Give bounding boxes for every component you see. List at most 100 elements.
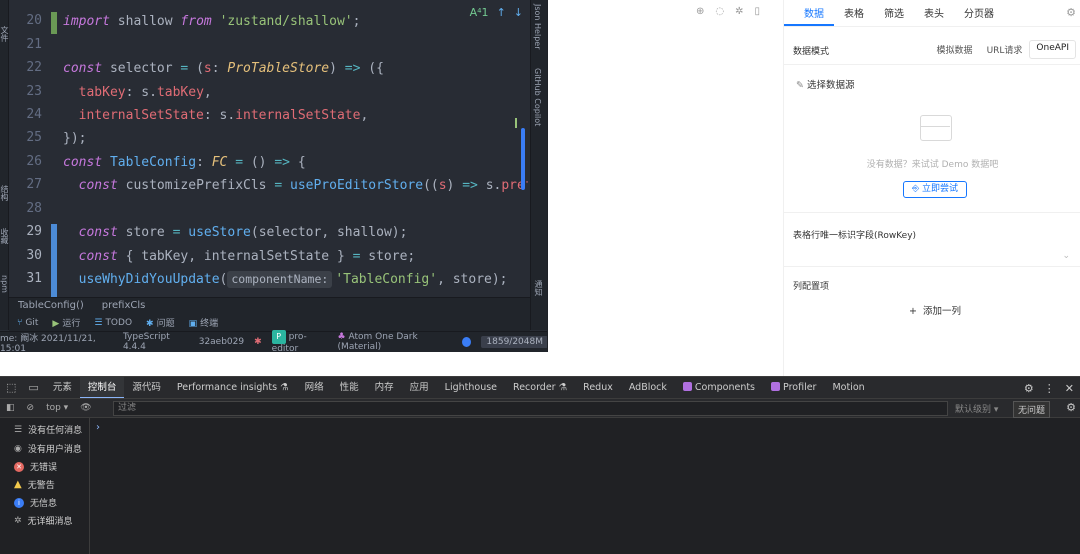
context-label: top (46, 403, 61, 413)
left-tool-structure[interactable]: 结构 (0, 185, 9, 201)
tab-filter[interactable]: 筛选 (874, 0, 914, 26)
plus-icon: + (909, 306, 917, 317)
target-icon[interactable]: ⊕ (696, 6, 704, 17)
sidebar-item-info[interactable]: i 无信息 (14, 496, 57, 509)
editor-scrollbar[interactable] (521, 128, 525, 190)
line-number: 29 (26, 224, 42, 239)
empty-inbox-icon (920, 115, 952, 141)
gear-icon[interactable]: ⚙ (1066, 6, 1076, 19)
device-toggle-icon[interactable]: ▭ (22, 381, 44, 394)
bug-icon[interactable]: ✲ (735, 6, 743, 17)
list-icon: ☰ (94, 317, 103, 328)
tab-header[interactable]: 表头 (914, 0, 954, 26)
try-demo-button[interactable]: ⎆ 立即尝试 (903, 181, 967, 198)
left-tool-npm[interactable]: npm (0, 275, 9, 293)
left-tool-favorites[interactable]: 收藏 (0, 228, 9, 244)
sidebar-item-all[interactable]: ☰ 没有任何消息 (14, 423, 83, 437)
mode-url[interactable]: URL请求 (980, 40, 1030, 59)
git-tool[interactable]: ⑂ Git (17, 318, 38, 328)
devtools-tab[interactable]: 源代码 (124, 377, 169, 399)
gear-icon[interactable]: ⚙ (1066, 401, 1076, 414)
filter-input[interactable]: 过滤 (113, 401, 948, 416)
data-mode-segmented: 模拟数据 URL请求 OneAPI (930, 40, 1076, 59)
divider (784, 212, 1080, 213)
tab-data[interactable]: 数据 (784, 0, 834, 26)
devtools-tab[interactable]: 元素 (45, 377, 80, 399)
left-tool-files[interactable]: 文件 (0, 26, 9, 42)
config-tabs: 数据 表格 筛选 表头 分页器 (784, 0, 1080, 26)
sidebar-item-label: 无信息 (30, 499, 58, 509)
git-commit[interactable]: 32aeb029 (199, 337, 244, 347)
problems-tool[interactable]: ✱ 问题 (146, 316, 175, 329)
devtools-tab-profiler[interactable]: Profiler (763, 377, 824, 399)
devtools-tab[interactable]: Motion (824, 377, 872, 399)
gear-icon[interactable]: ⚙ (1024, 382, 1034, 395)
close-icon[interactable]: ✕ (1065, 382, 1074, 395)
run-tool[interactable]: ▶ 运行 (52, 316, 80, 329)
devtools-tab[interactable]: Lighthouse (437, 377, 505, 399)
github-copilot-tool[interactable]: GitHub Copilot (533, 68, 542, 126)
sidebar-item-warnings[interactable]: ▲ 无警告 (14, 478, 55, 491)
devtools-tab[interactable]: 内存 (367, 377, 402, 399)
eye-icon[interactable]: 👁 (74, 403, 97, 413)
devtools-tab[interactable]: Redux (575, 377, 621, 399)
log-levels-dropdown[interactable]: 默认级别 ▾ (955, 402, 998, 415)
inspection-widget[interactable]: A⁴1 ↑ ↓ (470, 6, 523, 19)
theme-indicator[interactable]: ♣ Atom One Dark (Material) (338, 332, 453, 352)
tab-pagination[interactable]: 分页器 (954, 0, 1004, 26)
mode-mock[interactable]: 模拟数据 (930, 40, 980, 59)
info-icon: i (14, 497, 24, 508)
vcs-change-marker (51, 12, 57, 34)
devtools-tab-bar: ⬚ ▭ 元素 控制台 源代码 Performance insights ⚗ 网络… (0, 376, 1080, 399)
devtools-tab[interactable]: 性能 (332, 377, 367, 399)
more-icon[interactable]: ⋮ (1044, 382, 1055, 395)
sidebar-toggle-icon[interactable]: ◧ (0, 403, 21, 413)
breadcrumb-item[interactable]: prefixCls (102, 298, 146, 314)
sidebar-item-label: 没有任何消息 (28, 426, 83, 436)
breadcrumb-item[interactable]: TableConfig() (18, 298, 84, 314)
error-icon: ✕ (14, 461, 24, 472)
line-number: 22 (26, 60, 42, 75)
sidebar-item-errors[interactable]: ✕ 无错误 (14, 460, 57, 473)
devtools-tab[interactable]: Recorder ⚗ (505, 377, 575, 399)
todo-tool[interactable]: ☰ TODO (94, 318, 132, 328)
list-icon: ☰ (14, 424, 23, 435)
devtools-tab[interactable]: 应用 (402, 377, 437, 399)
devtools-tab-components[interactable]: Components (675, 377, 763, 399)
add-column-button[interactable]: + 添加一列 (909, 303, 961, 317)
bulb-icon[interactable]: ◌ (715, 6, 724, 17)
devtools-tab[interactable]: AdBlock (621, 377, 675, 399)
tab-table[interactable]: 表格 (834, 0, 874, 26)
project-indicator[interactable]: Ppro-editor (271, 330, 328, 352)
console-output[interactable]: › (90, 418, 1080, 554)
bug-status-icon[interactable]: ✱ (254, 337, 262, 347)
inspect-icon[interactable]: ⬚ (0, 381, 22, 394)
sidebar-item-verbose[interactable]: ✲ 无详细消息 (14, 514, 73, 528)
pick-data-source[interactable]: ✎ 选择数据源 (796, 77, 855, 91)
clear-console-icon[interactable]: ⊘ (21, 403, 41, 413)
warnings-count[interactable]: A⁴1 (470, 6, 489, 19)
devtools-tab-console[interactable]: 控制台 (79, 376, 125, 399)
terminal-tool[interactable]: ▣ 终端 (189, 316, 219, 329)
typescript-version[interactable]: TypeScript 4.4.4 (123, 332, 189, 352)
code-line: internalSetState: s.internalSetState, (78, 108, 369, 123)
devtools-tab[interactable]: Performance insights ⚗ (169, 377, 297, 399)
add-column-label: 添加一列 (923, 306, 962, 317)
line-number: 20 (26, 13, 42, 28)
prev-highlight-icon[interactable]: ↑ (497, 6, 506, 19)
console-prompt[interactable]: › (96, 422, 100, 433)
devtools-tab[interactable]: 网络 (297, 377, 332, 399)
git-blame-info[interactable]: me: 阚冰 2021/11/21, 15:01 (0, 331, 113, 353)
sidebar-item-user[interactable]: ◉ 没有用户消息 (14, 442, 82, 456)
code-editor[interactable]: import shallow from 'zustand/shallow'; c… (63, 0, 528, 297)
mode-oneapi[interactable]: OneAPI (1029, 40, 1076, 59)
memory-indicator[interactable]: 1859/2048M (481, 336, 547, 348)
divider (784, 64, 1080, 65)
notifications-tool[interactable]: 通知 (533, 280, 544, 296)
context-selector[interactable]: top ▾ (40, 403, 74, 413)
split-icon[interactable]: ▯ (755, 6, 761, 17)
json-helper-tool[interactable]: Json Helper (533, 4, 542, 49)
issues-button[interactable]: 无问题 (1013, 401, 1051, 418)
next-highlight-icon[interactable]: ↓ (514, 6, 523, 19)
chevron-down-icon[interactable]: ⌄ (1062, 251, 1070, 261)
